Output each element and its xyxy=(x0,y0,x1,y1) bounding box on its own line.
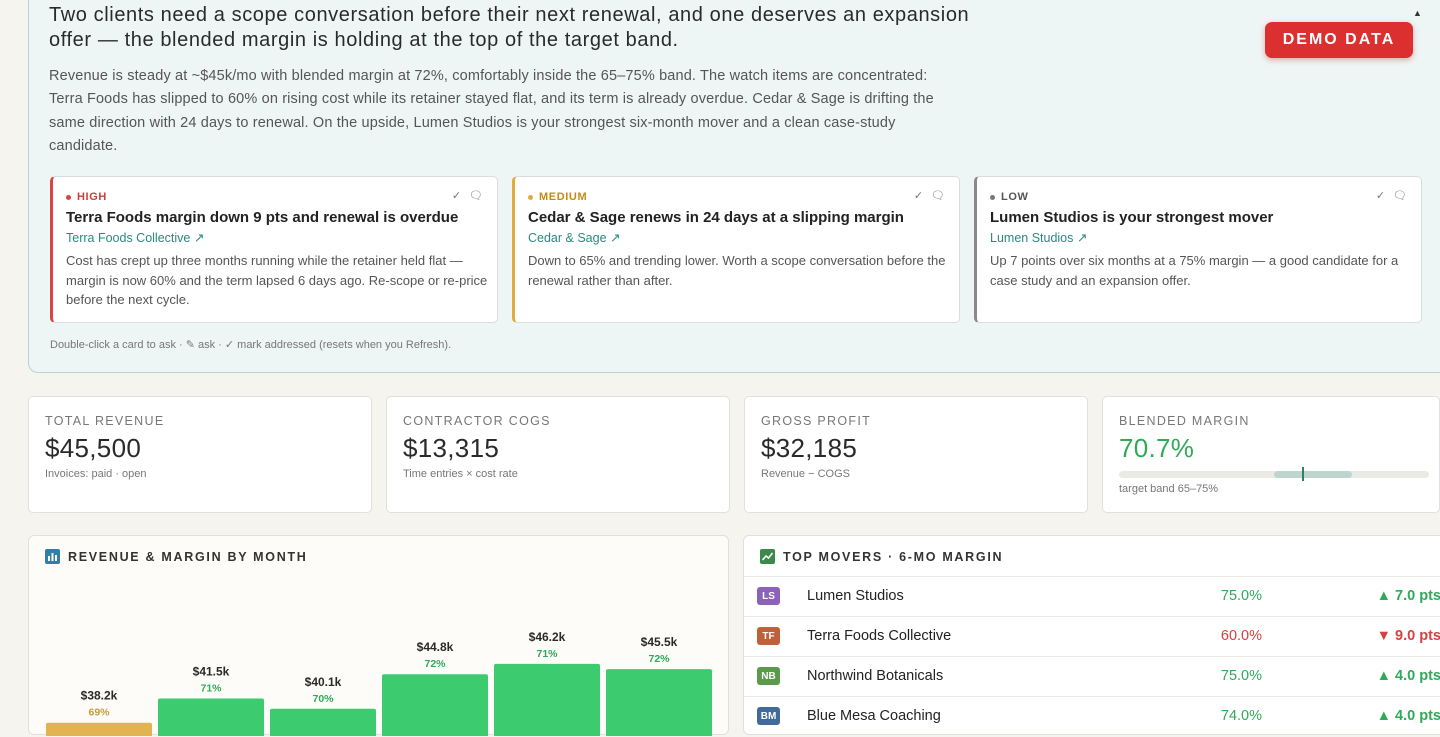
bar-margin-label: 70% xyxy=(312,693,334,705)
ask-comment-icon[interactable]: 🗨 xyxy=(469,189,483,202)
top-movers-panel: TOP MOVERS · 6-MO MARGIN LS Lumen Studio… xyxy=(743,535,1440,735)
bar-value-label: $38.2k xyxy=(81,689,118,703)
mover-row[interactable]: BM Blue Mesa Coaching 74.0% ▲ 4.0 pts xyxy=(744,696,1440,737)
bar-margin-label: 71% xyxy=(200,682,222,694)
movers-title: TOP MOVERS · 6-MO MARGIN xyxy=(760,549,1003,564)
demo-data-badge: DEMO DATA xyxy=(1265,22,1413,58)
mover-row[interactable]: TF Terra Foods Collective 60.0% ▼ 9.0 pt… xyxy=(744,616,1440,657)
mark-addressed-icon[interactable]: ✓ xyxy=(452,189,461,202)
kpi-value: $13,315 xyxy=(403,433,500,463)
insight-card-medium[interactable]: MEDIUM ✓ 🗨 Cedar & Sage renews in 24 days… xyxy=(512,176,960,323)
severity-dot-icon xyxy=(990,194,995,200)
kpi-label: BLENDED MARGIN xyxy=(1119,414,1250,428)
client-link[interactable]: Lumen Studios ↗ xyxy=(990,230,1087,245)
client-link[interactable]: Terra Foods Collective ↗ xyxy=(66,230,204,245)
insights-summary: Revenue is steady at ~$45k/mo with blend… xyxy=(49,68,934,154)
client-margin: 75.0% xyxy=(1220,588,1262,604)
card-body: Up 7 points over six months at a 75% mar… xyxy=(990,253,1399,288)
client-margin: 75.0% xyxy=(1220,668,1262,684)
margin-delta: ▼ 9.0 pts xyxy=(1376,628,1440,644)
bar-value-label: $44.8k xyxy=(417,640,454,654)
client-margin: 60.0% xyxy=(1220,628,1262,644)
bar-margin-label: 72% xyxy=(648,653,670,665)
kpi-label: CONTRACTOR COGS xyxy=(403,414,551,428)
target-band xyxy=(1274,471,1352,478)
bar-value-label: $40.1k xyxy=(305,675,342,689)
revenue-bar[interactable] xyxy=(46,722,152,736)
revenue-bar[interactable] xyxy=(270,708,376,736)
bar-margin-label: 72% xyxy=(424,658,446,670)
insight-card-low[interactable]: LOW ✓ 🗨 Lumen Studios is your strongest m… xyxy=(974,176,1422,323)
kpi-gross-profit: GROSS PROFIT $32,185 Revenue − COGS xyxy=(744,396,1088,513)
card-body: Cost has crept up three months running w… xyxy=(66,253,488,307)
kpi-label: TOTAL REVENUE xyxy=(45,414,165,428)
client-avatar: BM xyxy=(757,707,780,725)
margin-delta: ▲ 4.0 pts xyxy=(1376,708,1440,724)
margin-band-bar xyxy=(1119,467,1429,481)
kpi-label: GROSS PROFIT xyxy=(761,414,872,428)
ask-comment-icon[interactable]: 🗨 xyxy=(931,189,945,202)
severity-label: MEDIUM xyxy=(528,191,587,203)
margin-delta: ▲ 4.0 pts xyxy=(1376,668,1440,684)
mover-row[interactable]: LS Lumen Studios 75.0% ▲ 7.0 pts xyxy=(744,576,1440,617)
kpi-contractor-cogs: CONTRACTOR COGS $13,315 Time entries × c… xyxy=(386,396,730,513)
client-name: Terra Foods Collective xyxy=(807,628,952,644)
card-title: Lumen Studios is your strongest mover xyxy=(990,209,1274,226)
bar-value-label: $46.2k xyxy=(529,630,566,644)
kpi-subtext: target band 65–75% xyxy=(1119,483,1219,495)
revenue-bar[interactable] xyxy=(382,674,488,736)
bar-margin-label: 69% xyxy=(88,707,110,719)
mark-addressed-icon[interactable]: ✓ xyxy=(914,189,923,202)
kpi-value: $45,500 xyxy=(45,433,142,463)
severity-dot-icon xyxy=(528,194,533,200)
client-name: Northwind Botanicals xyxy=(807,668,944,684)
card-title: Terra Foods margin down 9 pts and renewa… xyxy=(66,209,459,226)
kpi-subtext: Invoices: paid · open xyxy=(45,468,147,480)
client-avatar: NB xyxy=(757,667,780,685)
client-name: Blue Mesa Coaching xyxy=(807,708,941,724)
mover-row[interactable]: NB Northwind Botanicals 75.0% ▲ 4.0 pts xyxy=(744,656,1440,697)
severity-dot-icon xyxy=(66,194,71,200)
kpi-subtext: Time entries × cost rate xyxy=(403,468,518,480)
kpi-subtext: Revenue − COGS xyxy=(761,468,850,480)
card-body: Down to 65% and trending lower. Worth a … xyxy=(528,253,946,288)
kpi-value: $32,185 xyxy=(761,433,858,463)
insights-hint: Double-click a card to ask · ✎ ask · ✓ m… xyxy=(50,339,452,351)
bar-margin-label: 71% xyxy=(536,648,558,660)
ask-comment-icon[interactable]: 🗨 xyxy=(1393,189,1407,202)
bar-value-label: $45.5k xyxy=(641,635,678,649)
revenue-bar[interactable] xyxy=(606,669,712,736)
mark-addressed-icon[interactable]: ✓ xyxy=(1376,189,1385,202)
severity-label: HIGH xyxy=(66,191,107,203)
trend-up-icon xyxy=(760,549,775,564)
revenue-bar[interactable] xyxy=(158,698,264,736)
revenue-bar[interactable] xyxy=(494,663,600,736)
margin-delta: ▲ 7.0 pts xyxy=(1376,588,1440,604)
client-name: Lumen Studios xyxy=(807,588,904,604)
client-avatar: TF xyxy=(757,627,780,645)
client-link[interactable]: Cedar & Sage ↗ xyxy=(528,230,620,245)
collapse-caret-icon[interactable]: ▲ xyxy=(1413,8,1422,18)
bar-value-label: $41.5k xyxy=(193,664,230,678)
revenue-margin-chart-panel: REVENUE & MARGIN BY MONTH $38.2k 69% $41.5… xyxy=(28,535,729,736)
kpi-blended-margin: BLENDED MARGIN 70.7% target band 65–75% xyxy=(1102,396,1440,513)
client-margin: 74.0% xyxy=(1220,708,1262,724)
severity-label: LOW xyxy=(990,191,1028,203)
card-title: Cedar & Sage renews in 24 days at a slip… xyxy=(528,209,904,226)
client-avatar: LS xyxy=(757,587,780,605)
insight-card-high[interactable]: HIGH ✓ 🗨 Terra Foods margin down 9 pts an… xyxy=(50,176,498,323)
revenue-bars: $38.2k 69% $41.5k 71% $40.1k 70% $44.8k 72% $46.… xyxy=(46,630,712,736)
margin-marker xyxy=(1302,467,1304,481)
kpi-value: 70.7% xyxy=(1119,433,1195,463)
kpi-total-revenue: TOTAL REVENUE $45,500 Invoices: paid · o… xyxy=(28,396,372,513)
insights-headline: Two clients need a scope conversation be… xyxy=(49,4,970,51)
